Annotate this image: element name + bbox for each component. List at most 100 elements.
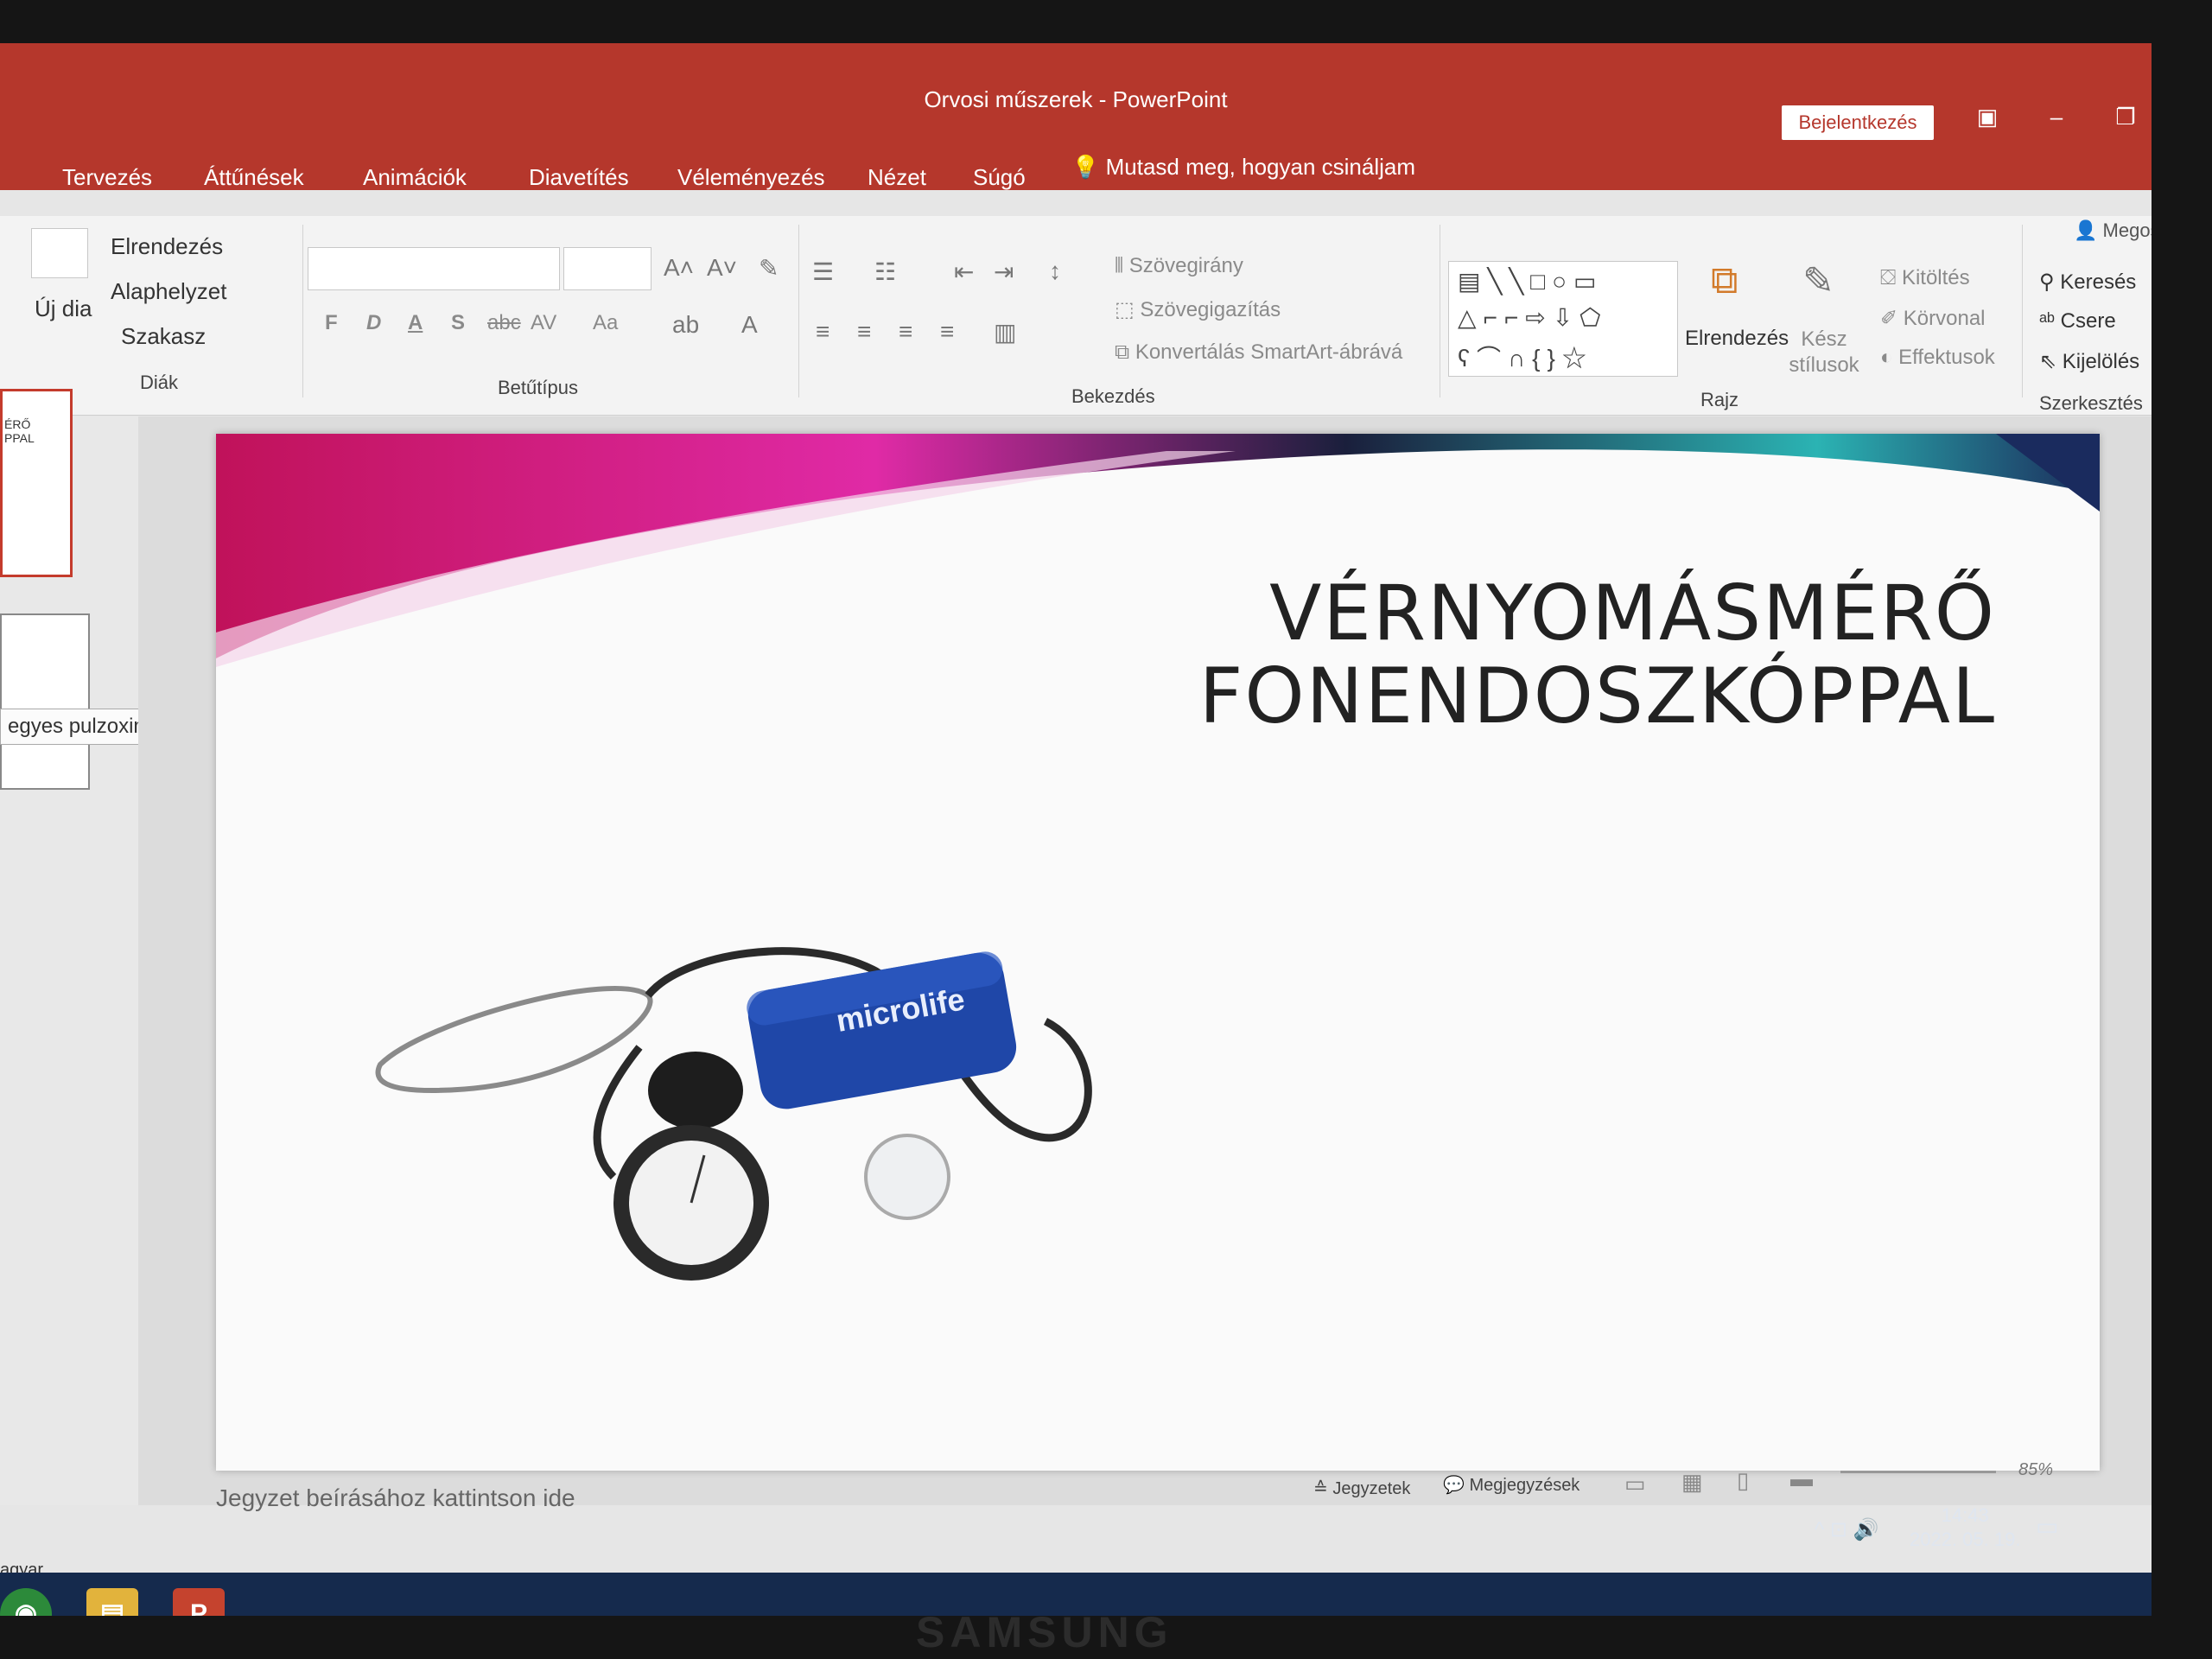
minimize-icon[interactable]: – (2039, 104, 2074, 130)
restore-icon[interactable]: ❐ (2108, 104, 2143, 130)
slides-group-label: Diák (140, 372, 179, 393)
align-center-icon[interactable]: ≡ (857, 318, 871, 346)
arrange-button[interactable]: Elrendezés (1685, 327, 1789, 351)
ribbon-display-icon[interactable]: ▣ (1970, 104, 2005, 130)
slide-canvas[interactable]: VÉRNYOMÁSMÉRŐ FONENDOSZKÓPPAL microlife (216, 434, 2100, 1471)
columns-icon[interactable]: ▥ (994, 318, 1016, 346)
replace-button[interactable]: ᵃᵇ Csere (2039, 309, 2116, 334)
monitor-brand-logo: SAMSUNG (916, 1608, 1173, 1656)
numbering-icon[interactable]: ☷ (874, 257, 896, 286)
separator (798, 225, 799, 397)
slideshow-view-icon[interactable]: ▬ (1790, 1465, 1813, 1492)
system-clock[interactable]: 14:43 2022. 05. 19. (1910, 1503, 2020, 1552)
smartart-icon: ⧉ (1115, 340, 1135, 364)
new-slide-button[interactable]: Új dia (35, 296, 92, 322)
font-color-icon[interactable]: A (741, 311, 758, 339)
shadow-button[interactable]: S (451, 311, 465, 335)
powerpoint-icon[interactable]: P (173, 1588, 225, 1616)
bullets-icon[interactable]: ☰ (812, 257, 834, 286)
comments-label: Megjegyzések (1469, 1476, 1580, 1495)
clear-format-icon[interactable]: ✎ (759, 254, 779, 283)
smartart-button[interactable]: ⧉ Konvertálás SmartArt-ábrává (1115, 340, 1402, 365)
slide-thumbnail-1[interactable]: ÉRŐ PPAL (0, 389, 73, 577)
clock-time: 14:43 (1941, 1504, 1989, 1526)
fill-label: Kitöltés (1901, 266, 1970, 289)
align-left-icon[interactable]: ≡ (816, 318, 830, 346)
reset-button[interactable]: Alaphelyzet (111, 278, 226, 305)
comments-toggle[interactable]: 💬 Megjegyzések (1443, 1474, 1580, 1496)
italic-button[interactable]: D (366, 311, 381, 335)
text-direction-icon: ⫴ (1115, 254, 1129, 277)
grow-font-icon[interactable]: A˄ (664, 254, 694, 282)
font-size-input[interactable] (563, 247, 652, 290)
normal-view-icon[interactable]: ▭ (1624, 1471, 1646, 1497)
slide-sorter-icon[interactable]: ▦ (1681, 1469, 1703, 1496)
separator (302, 225, 303, 397)
text-direction-button[interactable]: ⫴ Szövegirány (1115, 254, 1243, 278)
char-spacing-button[interactable]: AV (531, 311, 556, 335)
layout-button[interactable]: Elrendezés (111, 233, 223, 260)
search-icon: ⚲ (2039, 270, 2061, 294)
tab-help[interactable]: Súgó (973, 164, 1026, 191)
decrease-indent-icon[interactable]: ⇤ (954, 257, 974, 286)
screen: Orvosi műszerek - PowerPoint Bejelentkez… (0, 43, 2152, 1616)
shapes-row-3: ʕ⌒∩{}☆ (1458, 345, 1593, 372)
tab-review[interactable]: Véleményezés (677, 164, 825, 191)
change-case-button[interactable]: Aa (593, 311, 618, 335)
sphygmomanometer-image[interactable]: microlife (354, 918, 1201, 1315)
reading-view-icon[interactable]: ▯ (1737, 1467, 1749, 1494)
tell-me-search[interactable]: 💡 Mutasd meg, hogyan csináljam (1071, 154, 1415, 181)
notes-label: Jegyzetek (1332, 1479, 1411, 1498)
bold-button[interactable]: F (325, 311, 338, 335)
underline-button[interactable]: A (408, 311, 423, 335)
align-right-icon[interactable]: ≡ (899, 318, 912, 346)
quick-styles-icon[interactable]: ✎ (1802, 259, 1834, 303)
align-text-button[interactable]: ⬚ Szövegigazítás (1115, 297, 1281, 322)
tab-slideshow[interactable]: Diavetítés (529, 164, 629, 191)
file-explorer-icon[interactable]: ▤ (86, 1588, 138, 1616)
slide-title[interactable]: VÉRNYOMÁSMÉRŐ FONENDOSZKÓPPAL (1199, 572, 1996, 738)
line-spacing-icon[interactable]: ↕ (1049, 257, 1061, 285)
effects-button[interactable]: ◐ Effektusok (1880, 346, 1995, 370)
share-button[interactable]: 👤 Megosztás (2074, 219, 2152, 242)
new-slide-icon[interactable] (31, 228, 88, 278)
signin-button[interactable]: Bejelentkezés (1782, 105, 1934, 140)
arrange-icon[interactable]: ⧉ (1711, 259, 1738, 302)
select-button[interactable]: ⇖ Kijelölés (2039, 349, 2139, 374)
chrome-icon[interactable]: ◉ (0, 1588, 52, 1616)
tell-me-label: Mutasd meg, hogyan csináljam (1105, 154, 1416, 180)
tray-icons[interactable]: ^ ⊡ 🔊 (1815, 1517, 1879, 1542)
effects-label: Effektusok (1898, 346, 1995, 369)
quick-styles-button[interactable]: Kész stílusok (1785, 327, 1863, 378)
outline-button[interactable]: ✐ Körvonal (1880, 306, 1986, 331)
select-label: Kijelölés (2062, 350, 2140, 373)
stethoscope-chestpiece (864, 1134, 950, 1220)
lightbulb-icon: 💡 (1071, 154, 1100, 180)
font-name-input[interactable] (308, 247, 560, 290)
shapes-gallery[interactable]: ▤╲╲□○▭ △⌐⌐⇨⇩⬠ ʕ⌒∩{}☆ (1448, 261, 1678, 377)
notes-toggle[interactable]: ≙ Jegyzetek (1313, 1478, 1410, 1499)
inflation-bulb (648, 1052, 743, 1129)
tab-design[interactable]: Tervezés (62, 164, 152, 191)
notes-icon: ≙ (1313, 1479, 1333, 1498)
fill-button[interactable]: ⛋ Kitöltés (1880, 266, 1970, 290)
tab-view[interactable]: Nézet (868, 164, 926, 191)
slide-thumbnail-2[interactable] (0, 613, 90, 790)
title-bar: Orvosi műszerek - PowerPoint Bejelentkez… (0, 43, 2152, 190)
find-button[interactable]: ⚲ Keresés (2039, 270, 2136, 295)
justify-icon[interactable]: ≡ (940, 318, 954, 346)
section-button[interactable]: Szakasz (121, 323, 206, 350)
zoom-slider[interactable] (1840, 1471, 1996, 1473)
notification-icon[interactable]: ▭ (2036, 1512, 2058, 1541)
shapes-row-2: △⌐⌐⇨⇩⬠ (1458, 304, 1608, 331)
share-label: Megosztás (2102, 219, 2152, 241)
strikethrough-button[interactable]: abc (487, 311, 521, 335)
highlight-icon[interactable]: ab (672, 311, 699, 339)
zoom-level[interactable]: 85% (2018, 1460, 2053, 1480)
tab-transitions[interactable]: Áttűnések (204, 164, 304, 191)
align-text-label: Szövegigazítás (1140, 298, 1281, 321)
increase-indent-icon[interactable]: ⇥ (994, 257, 1014, 286)
tab-animations[interactable]: Animációk (363, 164, 467, 191)
outline-label: Körvonal (1903, 307, 1986, 330)
shrink-font-icon[interactable]: A˅ (707, 254, 737, 282)
